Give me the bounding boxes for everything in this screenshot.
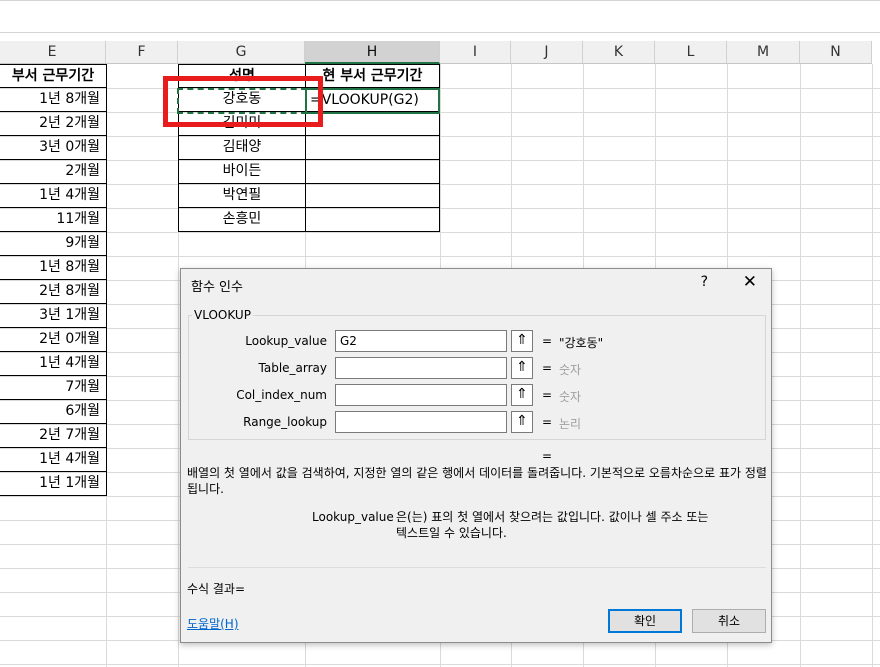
arg-input-lookup_value[interactable]: G2 xyxy=(335,330,507,352)
cell-e2[interactable]: 1년 8개월 xyxy=(0,87,107,112)
cell-g5[interactable]: 바이든 xyxy=(178,159,306,184)
dialog-title: 함수 인수 xyxy=(191,280,243,295)
column-header-g[interactable]: G xyxy=(178,41,305,64)
formula-bar-area xyxy=(0,0,880,33)
arg-label-table_array: Table_array xyxy=(258,361,328,375)
collapse-dialog-icon[interactable]: ⇑ xyxy=(511,384,533,406)
function-description: 배열의 첫 열에서 값을 검색하여, 지정한 열의 같은 행에서 데이터를 돌려… xyxy=(187,466,767,496)
grid-vline xyxy=(872,64,873,667)
cell-g7[interactable]: 손흥민 xyxy=(178,207,306,232)
cell-e12[interactable]: 2년 0개월 xyxy=(0,327,107,352)
column-header-k[interactable]: K xyxy=(583,41,655,64)
arg-label-col_index_num: Col_index_num xyxy=(236,388,327,402)
arg-help-name: Lookup_value xyxy=(312,510,394,524)
column-header-f[interactable]: F xyxy=(106,41,178,64)
arg-label-range_lookup: Range_lookup xyxy=(243,415,327,429)
column-header-j[interactable]: J xyxy=(511,41,583,64)
function-arguments-dialog: 함수 인수 ? ✕ VLOOKUP Lookup_value G2 ⇑ = "강호동" T… xyxy=(180,268,772,643)
arg-label-lookup_value: Lookup_value xyxy=(245,334,327,348)
function-name: VLOOKUP xyxy=(192,308,253,322)
help-link[interactable]: 도움말(H) xyxy=(187,615,239,632)
overall-equals: = xyxy=(542,449,553,463)
cell-h6[interactable] xyxy=(305,183,440,208)
collapse-dialog-icon[interactable]: ⇑ xyxy=(511,411,533,433)
arg-equals: = xyxy=(542,415,553,429)
collapse-dialog-icon[interactable]: ⇑ xyxy=(511,330,533,352)
column-header-l[interactable]: L xyxy=(655,41,727,64)
ok-button[interactable]: 확인 xyxy=(608,609,682,633)
arg-input-table_array[interactable] xyxy=(335,357,507,379)
help-icon[interactable]: ? xyxy=(701,274,708,290)
close-icon[interactable]: ✕ xyxy=(743,272,757,292)
cell-e14[interactable]: 7개월 xyxy=(0,375,107,400)
grid-vline xyxy=(800,64,801,667)
arg-result-range_lookup: 논리 xyxy=(559,417,582,431)
cell-g4[interactable]: 김태양 xyxy=(178,135,306,160)
arg-result-lookup_value: "강호동" xyxy=(559,336,604,350)
cell-e7[interactable]: 11개월 xyxy=(0,207,107,232)
cell-h7[interactable] xyxy=(305,207,440,232)
cell-e13[interactable]: 1년 4개월 xyxy=(0,351,107,376)
cell-e8[interactable]: 9개월 xyxy=(0,231,107,256)
cell-e5[interactable]: 2개월 xyxy=(0,159,107,184)
cell-h5[interactable] xyxy=(305,159,440,184)
cell-e17[interactable]: 1년 4개월 xyxy=(0,447,107,472)
arg-input-range_lookup[interactable] xyxy=(335,411,507,433)
highlight-annotation-box xyxy=(163,76,323,127)
arg-equals: = xyxy=(542,334,553,348)
column-header-n[interactable]: N xyxy=(800,41,872,64)
arg-help-text-1: 은(는) 표의 첫 열에서 찾으려는 값입니다. 값이나 셀 주소 또는 xyxy=(396,510,709,524)
column-header-e[interactable]: E xyxy=(0,41,106,64)
header-current-tenure[interactable]: 현 부서 근무기간 xyxy=(305,64,440,88)
arg-equals: = xyxy=(542,361,553,375)
cell-e4[interactable]: 3년 0개월 xyxy=(0,135,107,160)
cell-e9[interactable]: 1년 8개월 xyxy=(0,255,107,280)
cell-e6[interactable]: 1년 4개월 xyxy=(0,183,107,208)
arg-help-text-2: 텍스트일 수 있습니다. xyxy=(396,526,507,540)
divider xyxy=(188,567,766,568)
cell-h4[interactable] xyxy=(305,135,440,160)
arg-input-col_index_num[interactable] xyxy=(335,384,507,406)
arg-equals: = xyxy=(542,388,553,402)
column-header-i[interactable]: I xyxy=(440,41,511,64)
cell-e15[interactable]: 6개월 xyxy=(0,399,107,424)
cell-e18[interactable]: 1년 1개월 xyxy=(0,471,107,496)
collapse-dialog-icon[interactable]: ⇑ xyxy=(511,357,533,379)
cell-e16[interactable]: 2년 7개월 xyxy=(0,423,107,448)
cancel-button[interactable]: 취소 xyxy=(692,609,766,633)
cell-e10[interactable]: 2년 8개월 xyxy=(0,279,107,304)
formula-result: 수식 결과= xyxy=(187,582,246,596)
column-header-m[interactable]: M xyxy=(727,41,800,64)
cell-e11[interactable]: 3년 1개월 xyxy=(0,303,107,328)
cell-g6[interactable]: 박연필 xyxy=(178,183,306,208)
cell-h3[interactable] xyxy=(305,111,440,136)
formula-in-cell[interactable]: =VLOOKUP(G2) xyxy=(310,89,438,113)
column-header-h[interactable]: H xyxy=(305,41,440,64)
arg-result-col_index_num: 숫자 xyxy=(559,390,582,404)
cell-e3[interactable]: 2년 2개월 xyxy=(0,111,107,136)
header-dept-tenure[interactable]: 부서 근무기간 xyxy=(0,64,107,88)
arg-result-table_array: 숫자 xyxy=(559,363,582,377)
